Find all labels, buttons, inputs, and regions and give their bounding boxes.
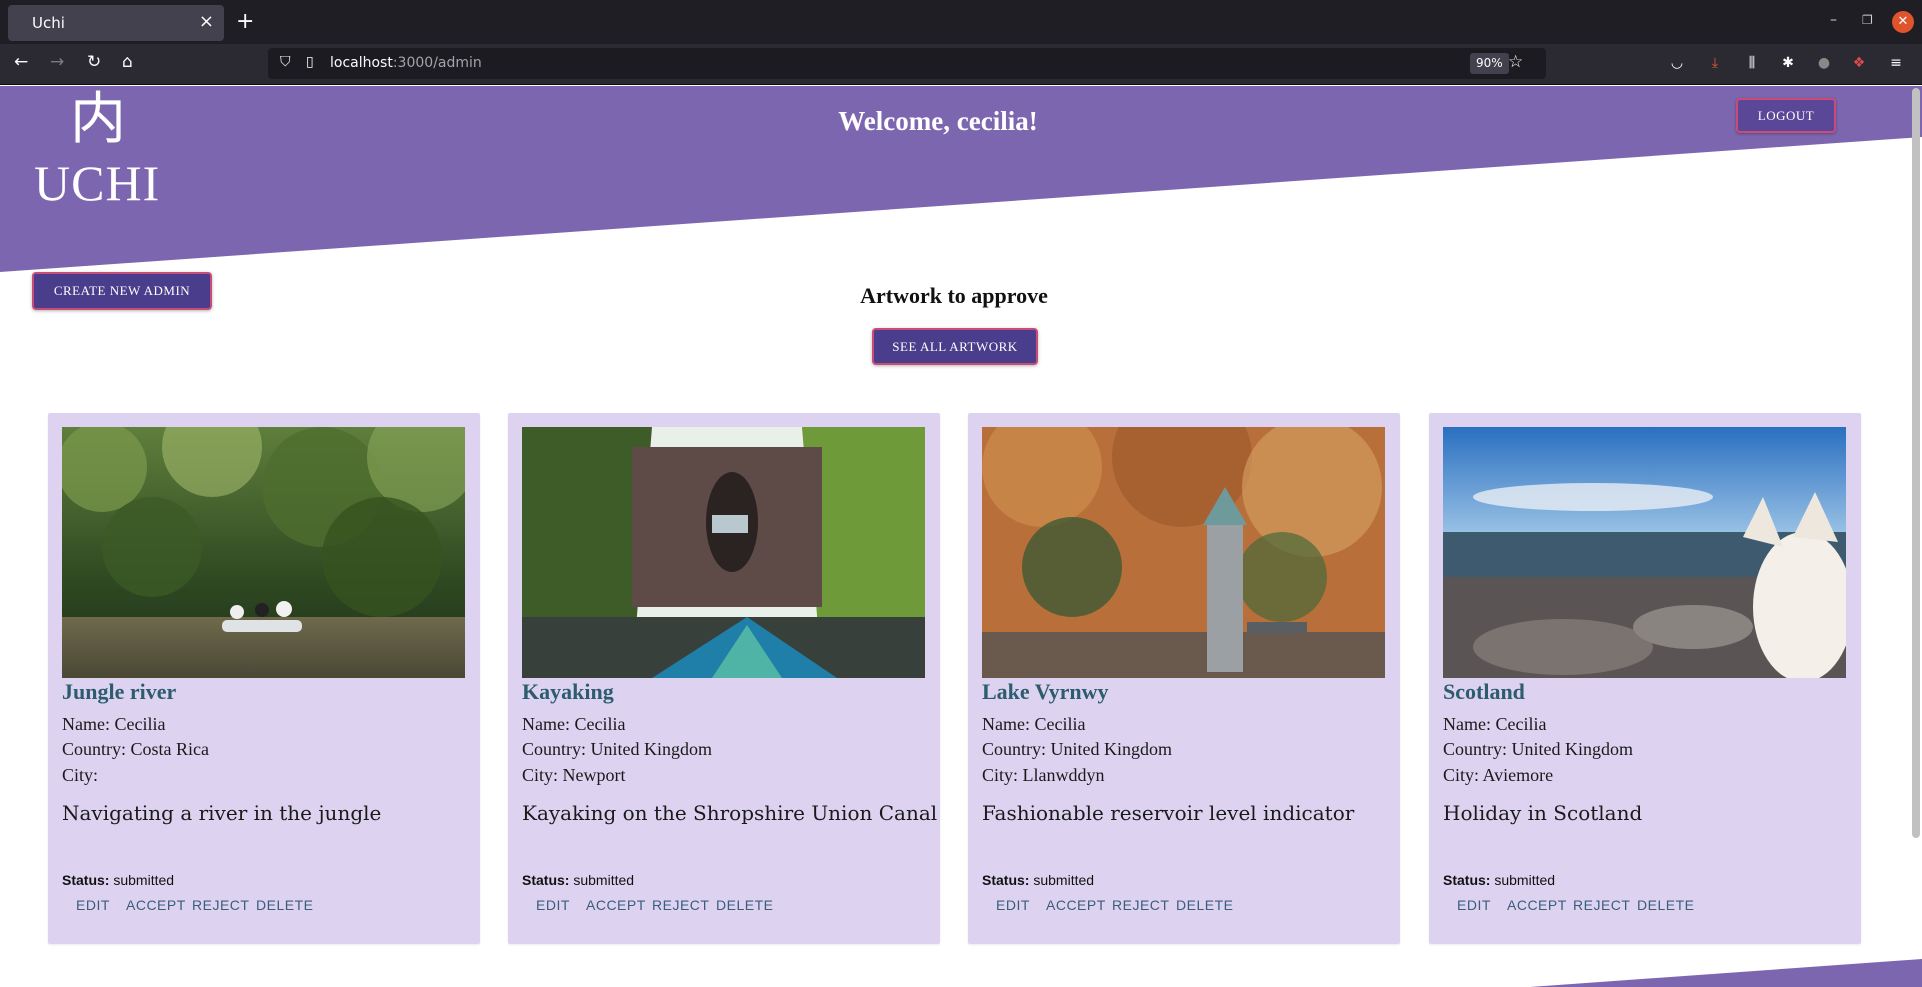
back-icon[interactable]: ← bbox=[14, 52, 28, 72]
card-artist-name: Name: Cecilia bbox=[982, 714, 1086, 734]
card-country: Country: United Kingdom bbox=[1443, 739, 1633, 759]
page: 内 UCHI Welcome, cecilia! Logout Create n… bbox=[0, 86, 1922, 987]
accept-button[interactable]: ACCEPT bbox=[1046, 897, 1106, 913]
delete-button[interactable]: DELETE bbox=[1637, 897, 1694, 913]
reject-button[interactable]: REJECT bbox=[1573, 897, 1630, 913]
logout-button[interactable]: Logout bbox=[1736, 98, 1836, 133]
see-all-artwork-button[interactable]: See all artwork bbox=[872, 328, 1038, 365]
delete-button[interactable]: DELETE bbox=[1176, 897, 1233, 913]
edit-button[interactable]: EDIT bbox=[1457, 897, 1491, 913]
menu-icon[interactable]: ≡ bbox=[1887, 54, 1905, 72]
accept-button[interactable]: ACCEPT bbox=[1507, 897, 1567, 913]
page-scrollbar[interactable] bbox=[1912, 88, 1920, 838]
page-icon: ▯ bbox=[306, 54, 314, 70]
card-status: Status: submitted bbox=[982, 872, 1095, 888]
edit-button[interactable]: EDIT bbox=[996, 897, 1030, 913]
browser-nav-bar: ← → ↻ ⌂ ⛉ ▯ localhost:3000/admin 90% ☆ ◡… bbox=[0, 44, 1922, 85]
new-tab-button[interactable]: + bbox=[236, 9, 254, 34]
card-title[interactable]: Jungle river bbox=[62, 679, 176, 705]
delete-button[interactable]: DELETE bbox=[716, 897, 773, 913]
delete-button[interactable]: DELETE bbox=[256, 897, 313, 913]
addon-icon[interactable]: ❖ bbox=[1850, 54, 1868, 72]
card-description: Fashionable reservoir level indicator bbox=[982, 801, 1355, 825]
card-title[interactable]: Kayaking bbox=[522, 679, 614, 705]
card-city: City: Newport bbox=[522, 765, 626, 785]
card-artist-name: Name: Cecilia bbox=[1443, 714, 1547, 734]
logo-wordmark[interactable]: UCHI bbox=[34, 154, 160, 212]
card-description: Navigating a river in the jungle bbox=[62, 801, 382, 825]
edit-button[interactable]: EDIT bbox=[536, 897, 570, 913]
card-city: City: bbox=[62, 765, 99, 785]
url-text[interactable]: localhost:3000/admin bbox=[330, 55, 482, 71]
section-title: Artwork to approve bbox=[860, 283, 1048, 308]
browser-tab-bar: Uchi × + – ❐ ✕ bbox=[0, 0, 1922, 44]
artwork-card: Jungle river Name: Cecilia Country: Cost… bbox=[48, 413, 480, 944]
extension-icon[interactable]: ✱ bbox=[1779, 54, 1797, 72]
card-city: City: Llanwddyn bbox=[982, 765, 1105, 785]
card-country: Country: United Kingdom bbox=[522, 739, 712, 759]
restore-icon[interactable]: ❐ bbox=[1862, 13, 1873, 27]
tab-close-icon[interactable]: × bbox=[199, 11, 214, 32]
minimize-icon[interactable]: – bbox=[1830, 12, 1837, 28]
welcome-heading: Welcome, cecilia! bbox=[838, 106, 1038, 136]
forward-icon[interactable]: → bbox=[50, 52, 64, 72]
tab-title: Uchi bbox=[32, 14, 65, 32]
card-country: Country: Costa Rica bbox=[62, 739, 209, 759]
card-title[interactable]: Lake Vyrnwy bbox=[982, 679, 1109, 705]
kayaking-photo bbox=[522, 427, 925, 678]
zoom-level[interactable]: 90% bbox=[1470, 53, 1509, 74]
accept-button[interactable]: ACCEPT bbox=[126, 897, 186, 913]
window-close-icon[interactable]: ✕ bbox=[1892, 11, 1914, 33]
reload-icon[interactable]: ↻ bbox=[87, 52, 101, 72]
reject-button[interactable]: REJECT bbox=[1112, 897, 1169, 913]
accept-button[interactable]: ACCEPT bbox=[586, 897, 646, 913]
jungle-river-photo bbox=[62, 427, 465, 678]
library-icon[interactable]: ⫼ bbox=[1743, 54, 1761, 72]
card-status: Status: submitted bbox=[522, 872, 635, 888]
url-bar[interactable]: ⛉ ▯ localhost:3000/admin 90% ☆ bbox=[268, 48, 1546, 79]
artwork-card: Kayaking Name: Cecilia Country: United K… bbox=[508, 413, 940, 944]
reject-button[interactable]: REJECT bbox=[192, 897, 249, 913]
card-city: City: Aviemore bbox=[1443, 765, 1554, 785]
artwork-card: Scotland Name: Cecilia Country: United K… bbox=[1429, 413, 1861, 944]
footer-wedge bbox=[1530, 959, 1922, 987]
download-icon[interactable]: ⤓ bbox=[1706, 54, 1724, 72]
browser-tab[interactable]: Uchi × bbox=[8, 5, 224, 41]
card-status: Status: submitted bbox=[62, 872, 175, 888]
home-icon[interactable]: ⌂ bbox=[122, 52, 133, 72]
account-icon[interactable]: ● bbox=[1815, 54, 1833, 72]
pocket-icon[interactable]: ◡ bbox=[1668, 54, 1686, 72]
artwork-card: Lake Vyrnwy Name: Cecilia Country: Unite… bbox=[968, 413, 1400, 944]
card-country: Country: United Kingdom bbox=[982, 739, 1172, 759]
card-title[interactable]: Scotland bbox=[1443, 679, 1525, 705]
reject-button[interactable]: REJECT bbox=[652, 897, 709, 913]
card-artist-name: Name: Cecilia bbox=[522, 714, 626, 734]
edit-button[interactable]: EDIT bbox=[76, 897, 110, 913]
card-artist-name: Name: Cecilia bbox=[62, 714, 166, 734]
card-description: Kayaking on the Shropshire Union Canal bbox=[522, 801, 938, 825]
lake-vyrnwy-photo bbox=[982, 427, 1385, 678]
star-icon[interactable]: ☆ bbox=[1508, 52, 1523, 72]
card-description: Holiday in Scotland bbox=[1443, 801, 1643, 825]
scotland-photo bbox=[1443, 427, 1846, 678]
shield-icon[interactable]: ⛉ bbox=[280, 54, 291, 70]
card-status: Status: submitted bbox=[1443, 872, 1556, 888]
